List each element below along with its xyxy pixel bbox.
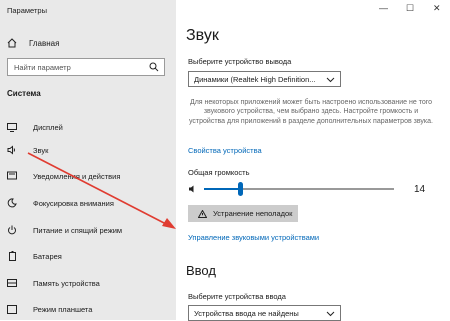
storage-icon — [7, 278, 17, 288]
minimize-button[interactable]: — — [379, 3, 388, 13]
sidebar-item-label: Уведомления и действия — [33, 171, 121, 181]
warning-icon — [198, 209, 207, 218]
input-device-value: Устройства ввода не найдены — [194, 309, 299, 318]
volume-value: 14 — [414, 184, 426, 195]
input-device-select[interactable]: Устройства ввода не найдены — [188, 305, 341, 321]
tablet-icon — [7, 304, 17, 314]
sidebar-home-label: Главная — [29, 38, 60, 48]
output-description: Для некоторых приложений может быть наст… — [189, 99, 433, 125]
output-device-label: Выберите устройство вывода — [188, 57, 292, 66]
sidebar-item-power[interactable]: Питание и спящий режим — [7, 224, 122, 236]
page-title: Звук — [186, 27, 219, 44]
close-button[interactable]: ✕ — [433, 3, 441, 14]
troubleshoot-button[interactable]: Устранение неполадок — [188, 205, 298, 222]
main-panel: — ☐ ✕ Звук Выберите устройство вывода Ди… — [176, 0, 450, 321]
sidebar-item-label: Питание и спящий режим — [33, 225, 123, 235]
power-icon — [7, 225, 17, 235]
sidebar: Параметры Главная Найти параметр Система… — [0, 0, 176, 320]
sidebar-item-storage[interactable]: Память устройства — [7, 277, 100, 289]
search-input[interactable]: Найти параметр — [7, 58, 165, 76]
sidebar-item-label: Батарея — [33, 251, 62, 261]
volume-slider-thumb[interactable] — [238, 182, 243, 196]
battery-icon — [7, 251, 17, 261]
device-properties-link[interactable]: Свойства устройства — [188, 146, 262, 155]
sidebar-item-tablet[interactable]: Режим планшета — [7, 303, 92, 315]
volume-slider-fill — [204, 188, 242, 190]
moon-icon — [7, 198, 17, 208]
maximize-button[interactable]: ☐ — [406, 3, 414, 14]
speaker-icon — [7, 145, 17, 155]
window-title: Параметры — [7, 6, 47, 15]
chevron-down-icon — [326, 77, 335, 83]
sidebar-item-focus[interactable]: Фокусировка внимания — [7, 197, 114, 209]
sidebar-item-label: Дисплей — [33, 122, 63, 132]
output-device-value: Динамики (Realtek High Definition... — [194, 75, 316, 84]
manage-sound-devices-link[interactable]: Управление звуковыми устройствами — [188, 233, 319, 242]
volume-control: 14 — [188, 182, 448, 196]
sidebar-item-label: Память устройства — [33, 278, 100, 288]
sidebar-section-title: Система — [7, 89, 41, 98]
sidebar-item-notifications[interactable]: Уведомления и действия — [7, 170, 120, 182]
home-icon — [7, 38, 17, 48]
sidebar-home[interactable]: Главная — [7, 37, 59, 49]
input-device-label: Выберите устройства ввода — [188, 292, 286, 301]
input-section-title: Ввод — [186, 263, 216, 278]
sidebar-item-battery[interactable]: Батарея — [7, 250, 62, 262]
chevron-down-icon — [326, 311, 335, 317]
output-device-select[interactable]: Динамики (Realtek High Definition... — [188, 71, 341, 87]
search-icon — [149, 62, 159, 72]
notification-icon — [7, 171, 17, 181]
sidebar-item-label: Звук — [33, 145, 49, 155]
sidebar-item-label: Фокусировка внимания — [33, 198, 114, 208]
troubleshoot-label: Устранение неполадок — [213, 209, 293, 218]
sidebar-item-sound[interactable]: Звук — [7, 144, 48, 156]
search-placeholder: Найти параметр — [14, 63, 71, 72]
display-icon — [7, 122, 17, 132]
speaker-icon[interactable] — [188, 184, 198, 194]
master-volume-label: Общая громкость — [188, 168, 250, 177]
sidebar-item-display[interactable]: Дисплей — [7, 121, 63, 133]
sidebar-item-label: Режим планшета — [33, 304, 93, 314]
